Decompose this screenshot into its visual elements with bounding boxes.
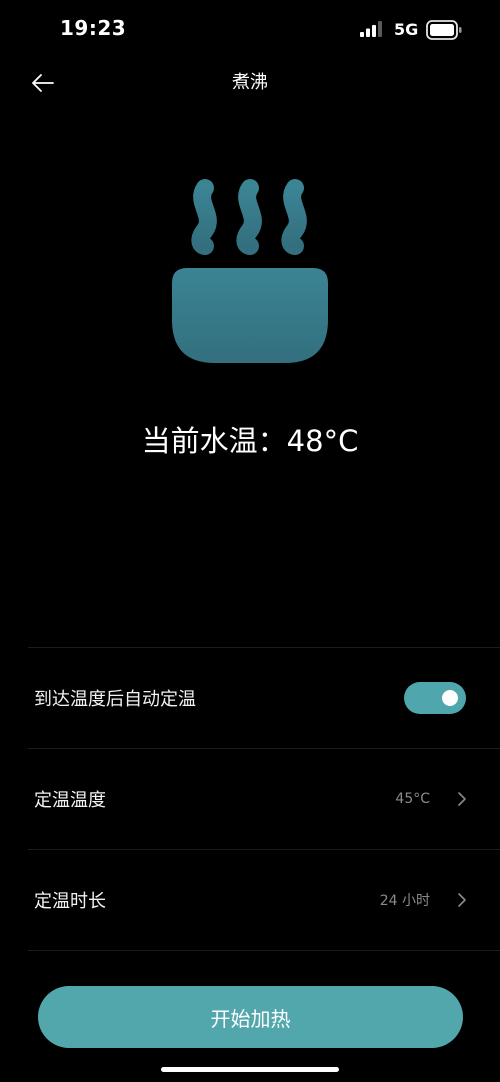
divider bbox=[28, 950, 500, 951]
keep-warm-duration-value: 24 小时 bbox=[379, 893, 430, 909]
chevron-right-icon bbox=[458, 792, 466, 806]
auto-keep-warm-label: 到达温度后自动定温 bbox=[34, 689, 196, 710]
battery-icon bbox=[426, 20, 462, 40]
start-heating-button[interactable]: 开始加热 bbox=[38, 986, 463, 1048]
keep-warm-temperature-value: 45°C bbox=[395, 791, 430, 807]
current-water-temperature: 当前水温：48°C bbox=[141, 424, 359, 458]
status-time: 19:23 bbox=[60, 16, 127, 40]
signal-icon bbox=[360, 21, 382, 37]
auto-keep-warm-toggle[interactable] bbox=[404, 682, 466, 714]
status-bar: 19:23 5G bbox=[0, 0, 500, 60]
keep-warm-temperature-label: 定温温度 bbox=[34, 790, 106, 811]
home-indicator[interactable] bbox=[161, 1067, 339, 1072]
keep-warm-temperature-row[interactable]: 定温温度 45°C bbox=[0, 749, 500, 849]
chevron-right-icon bbox=[458, 893, 466, 907]
keep-warm-duration-label: 定温时长 bbox=[34, 891, 106, 912]
keep-warm-duration-row[interactable]: 定温时长 24 小时 bbox=[0, 850, 500, 950]
page-title: 煮沸 bbox=[232, 72, 268, 93]
network-label: 5G bbox=[394, 20, 419, 39]
toggle-knob bbox=[442, 690, 458, 706]
auto-keep-warm-row: 到达温度后自动定温 bbox=[0, 648, 500, 748]
boiling-pot-icon bbox=[172, 179, 328, 363]
